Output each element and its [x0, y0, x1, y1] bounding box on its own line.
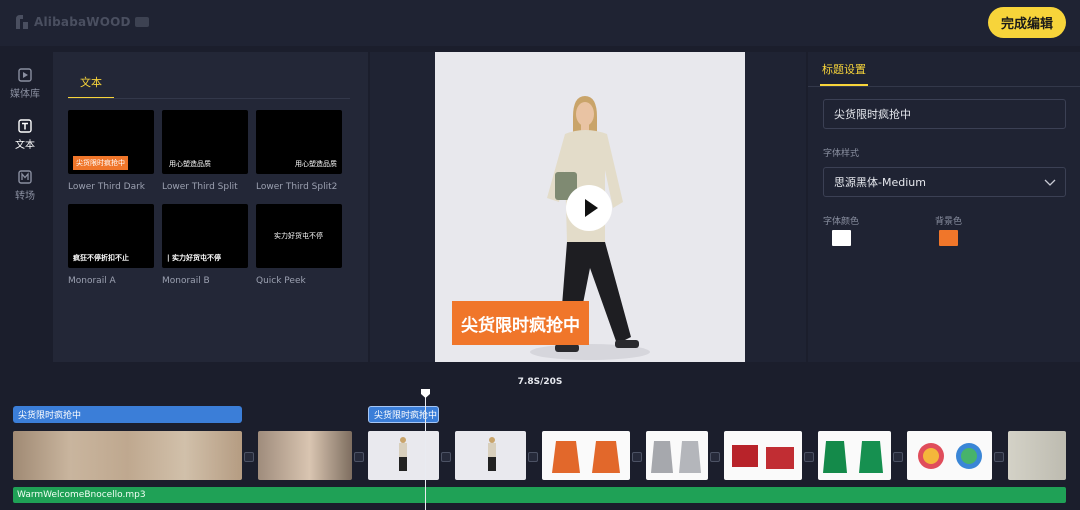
template-sample-text: 尖货限时疯抢中	[73, 156, 128, 170]
media-library-icon	[18, 68, 32, 82]
template-sample-text: 实力好货屯不停	[274, 232, 323, 240]
playhead[interactable]	[425, 394, 426, 510]
logo-text: AlibabaWOOD	[34, 15, 131, 29]
orange-hoodie-thumbnail-icon	[552, 441, 620, 473]
girl-thumbnail-icon	[399, 437, 407, 471]
transition-icon[interactable]	[528, 452, 538, 462]
transition-icon[interactable]	[244, 452, 254, 462]
video-clip-girl-1[interactable]	[368, 431, 439, 480]
timeline: 7.8S/20S 尖货限时疯抢中 尖货限时疯抢中 WarmWelcomeBnoc…	[0, 366, 1080, 510]
template-thumbnail: 疯狂不停折扣不止	[68, 204, 154, 268]
green-hoodie-thumbnail-icon	[823, 441, 883, 473]
title-text-input[interactable]: 尖货限时疯抢中	[823, 99, 1066, 129]
nav-label-transition: 转场	[15, 191, 35, 202]
template-quick-peek[interactable]: 实力好货屯不停 Quick Peek	[256, 204, 342, 286]
video-clip-grey-hoodie[interactable]	[646, 431, 708, 480]
settings-divider	[808, 86, 1080, 87]
app-logo: AlibabaWOOD	[14, 13, 149, 31]
finish-edit-button[interactable]: 完成编辑	[988, 7, 1066, 38]
template-name: Monorail A	[68, 276, 116, 286]
caption-clip-selected[interactable]: 尖货限时疯抢中	[368, 406, 439, 423]
text-icon	[18, 119, 32, 133]
transition-icon[interactable]	[632, 452, 642, 462]
nav-item-media[interactable]: 媒体库	[0, 68, 50, 100]
template-monorail-b[interactable]: | 实力好货屯不停 Monorail B	[162, 204, 248, 286]
top-bar: AlibabaWOOD 完成编辑	[0, 0, 1080, 46]
title-settings-panel: 标题设置 尖货限时疯抢中 字体样式 思源黑体-Medium 字体颜色 背景色	[808, 52, 1080, 362]
play-button[interactable]	[566, 185, 612, 231]
tab-divider	[68, 98, 350, 99]
audio-track[interactable]: WarmWelcomeBnocello.mp3	[13, 487, 1066, 503]
template-sample-text: 疯狂不停折扣不止	[73, 254, 129, 262]
template-lower-third-split2[interactable]: 用心塑造品质 Lower Third Split2	[256, 110, 342, 192]
template-lower-third-split[interactable]: 用心塑造品质 Lower Third Split	[162, 110, 248, 192]
font-color-swatch[interactable]	[832, 230, 851, 246]
logo-badge-icon	[134, 17, 149, 27]
tab-title-settings[interactable]: 标题设置	[820, 61, 868, 86]
nav-label-media: 媒体库	[10, 89, 40, 100]
play-icon	[585, 199, 598, 217]
video-clip-girl-2[interactable]	[455, 431, 526, 480]
folded-clothes-thumbnail-icon	[732, 445, 794, 469]
nav-item-text[interactable]: 文本	[0, 119, 50, 151]
font-style-value: 思源黑体-Medium	[834, 176, 926, 189]
template-thumbnail: 用心塑造品质	[162, 110, 248, 174]
template-name: Quick Peek	[256, 276, 306, 286]
video-caption-overlay[interactable]: 尖货限时疯抢中	[452, 301, 589, 345]
template-name: Monorail B	[162, 276, 210, 286]
video-preview[interactable]: 尖货限时疯抢中	[435, 52, 745, 362]
video-clip-color-shirts[interactable]	[907, 431, 992, 480]
template-sample-text: | 实力好货屯不停	[167, 254, 221, 262]
template-name: Lower Third Split2	[256, 182, 338, 192]
transition-icon[interactable]	[710, 452, 720, 462]
template-monorail-a[interactable]: 疯狂不停折扣不止 Monorail A	[68, 204, 154, 286]
transition-icon[interactable]	[354, 452, 364, 462]
template-name: Lower Third Dark	[68, 182, 145, 192]
template-thumbnail: 尖货限时疯抢中	[68, 110, 154, 174]
nav-item-transition[interactable]: 转场	[0, 170, 50, 202]
template-lower-third-dark[interactable]: 尖货限时疯抢中 Lower Third Dark	[68, 110, 154, 192]
transition-icon[interactable]	[804, 452, 814, 462]
side-nav: 媒体库 文本 转场	[0, 52, 50, 362]
time-readout: 7.8S/20S	[517, 377, 563, 387]
transition-icon[interactable]	[994, 452, 1004, 462]
font-style-label: 字体样式	[823, 149, 860, 159]
playhead-handle-icon[interactable]	[421, 389, 430, 398]
bg-color-label: 背景色	[935, 217, 963, 227]
video-clip-woman[interactable]	[258, 431, 352, 480]
transition-icon[interactable]	[441, 452, 451, 462]
template-thumbnail: 用心塑造品质	[256, 110, 342, 174]
grey-hoodie-thumbnail-icon	[651, 441, 701, 473]
transition-icon	[18, 170, 32, 184]
template-thumbnail: 实力好货屯不停	[256, 204, 342, 268]
video-clip-orange-hoodie[interactable]	[542, 431, 630, 480]
transition-icon[interactable]	[893, 452, 903, 462]
template-sample-text: 用心塑造品质	[295, 160, 337, 168]
girl-thumbnail-icon	[488, 437, 496, 471]
video-clip-green-hoodie[interactable]	[818, 431, 891, 480]
logo-icon	[16, 15, 28, 29]
text-template-panel: 文本 尖货限时疯抢中 Lower Third Dark 用心塑造品质 Lower…	[53, 52, 368, 362]
bg-color-swatch[interactable]	[939, 230, 958, 246]
template-thumbnail: | 实力好货屯不停	[162, 204, 248, 268]
nav-label-text: 文本	[15, 140, 35, 151]
font-color-label: 字体颜色	[823, 217, 860, 227]
font-style-select[interactable]: 思源黑体-Medium	[823, 167, 1066, 197]
video-clip-last[interactable]	[1008, 431, 1066, 480]
caption-clip[interactable]: 尖货限时疯抢中	[13, 406, 242, 423]
chevron-down-icon	[1044, 179, 1056, 186]
video-clip-folded-clothes[interactable]	[724, 431, 802, 480]
template-name: Lower Third Split	[162, 182, 238, 192]
tab-text[interactable]: 文本	[68, 74, 114, 99]
color-shirts-thumbnail-icon	[918, 443, 982, 469]
video-clip-interior[interactable]	[13, 431, 242, 480]
template-sample-text: 用心塑造品质	[169, 160, 211, 168]
